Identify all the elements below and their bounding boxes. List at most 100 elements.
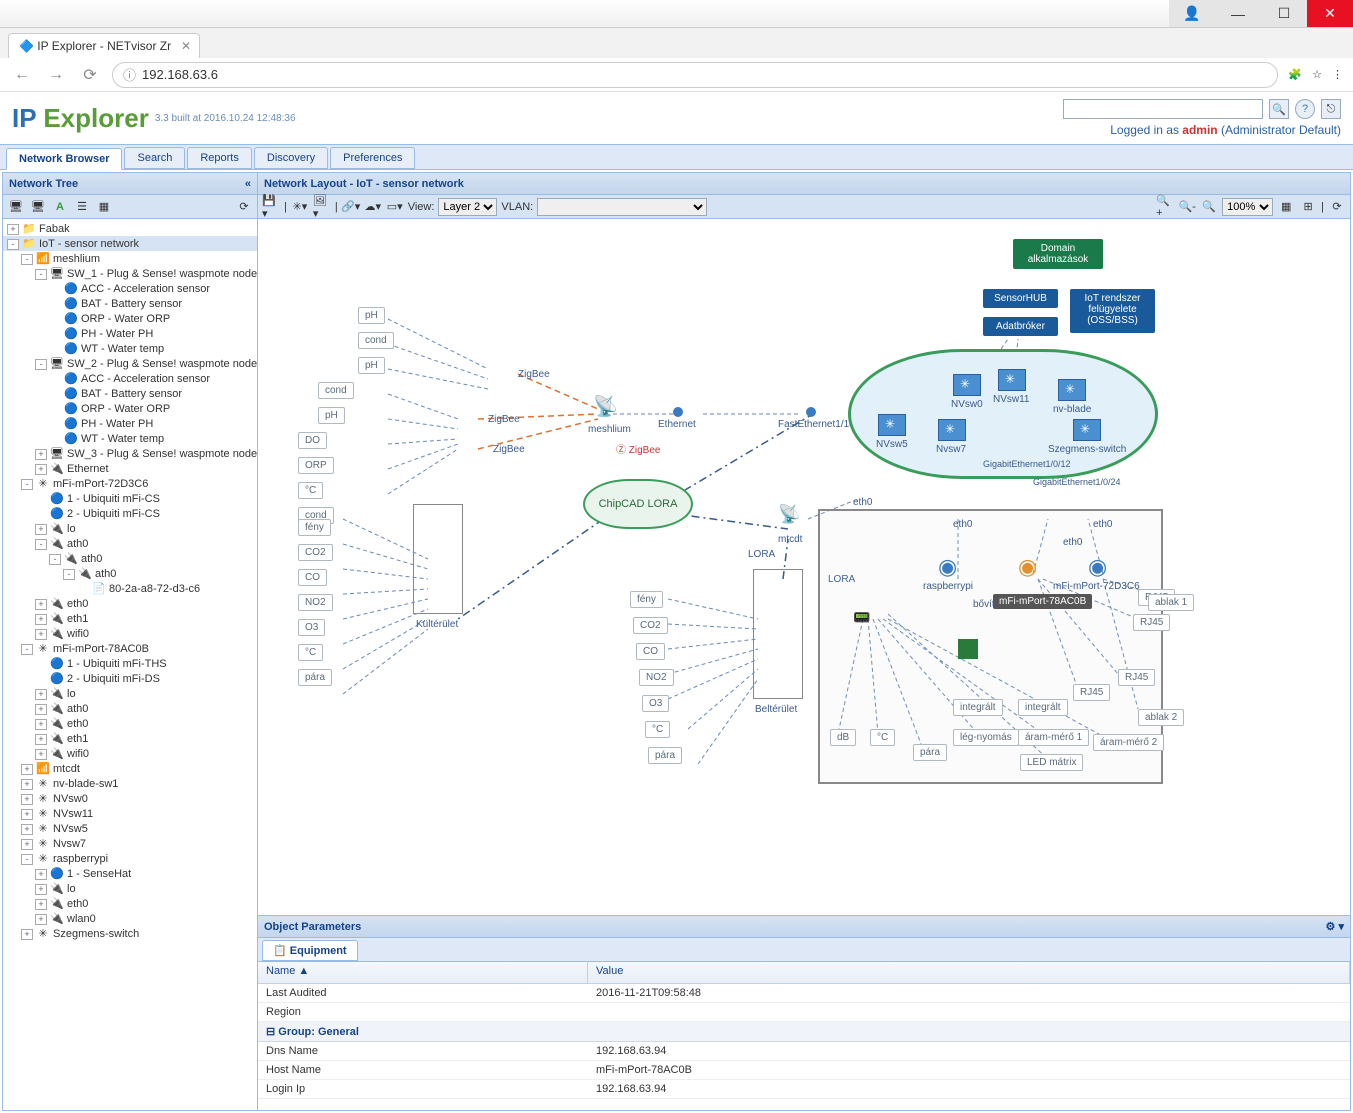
- tree-node[interactable]: -✳mFi-mPort-78AC0B: [3, 641, 257, 656]
- tree-node[interactable]: -✳raspberrypi: [3, 851, 257, 866]
- tree-node[interactable]: +🔌lo: [3, 881, 257, 896]
- sensor-box[interactable]: O3: [642, 695, 669, 712]
- tree-tool-grid[interactable]: ▦: [95, 198, 113, 216]
- tree-node[interactable]: +🔌eth0: [3, 596, 257, 611]
- sensor-box[interactable]: ORP: [298, 457, 334, 474]
- tree-node[interactable]: +🔌eth1: [3, 731, 257, 746]
- adatbroker-block[interactable]: Adatbróker: [983, 317, 1058, 336]
- tree-node[interactable]: +✳NVsw0: [3, 791, 257, 806]
- tab-discovery[interactable]: Discovery: [254, 147, 328, 169]
- tree-node[interactable]: 🔵ORP - Water ORP: [3, 401, 257, 416]
- sensor-box[interactable]: O3: [298, 619, 325, 636]
- tool-icon-4[interactable]: ☁▾: [364, 198, 382, 216]
- tree-refresh-icon[interactable]: ⟳: [235, 198, 253, 216]
- search-input[interactable]: [1063, 99, 1263, 119]
- tab-network-browser[interactable]: Network Browser: [6, 148, 122, 170]
- tree-node[interactable]: +🔌eth0: [3, 896, 257, 911]
- tree-node[interactable]: 🔵2 - Ubiquiti mFi-CS: [3, 506, 257, 521]
- tree-node[interactable]: +✳NVsw5: [3, 821, 257, 836]
- extension-icon[interactable]: 🧩: [1288, 68, 1302, 81]
- sensor-device[interactable]: 📟: [853, 609, 870, 626]
- layout-tool-2[interactable]: ⊞: [1299, 198, 1317, 216]
- sensor-box[interactable]: NO2: [639, 669, 674, 686]
- params-collapse-icon[interactable]: ▾: [1338, 921, 1344, 933]
- tree-node[interactable]: +🔌lo: [3, 521, 257, 536]
- domain-block[interactable]: Domain alkalmazások: [1013, 239, 1103, 269]
- tab-equipment[interactable]: 📋 Equipment: [262, 940, 358, 961]
- sensor-box[interactable]: °C: [298, 644, 323, 661]
- tree-node[interactable]: +🔵1 - SenseHat: [3, 866, 257, 881]
- url-field[interactable]: ⓘ 192.168.63.6: [112, 62, 1278, 88]
- tree-node[interactable]: +✳Nvsw7: [3, 836, 257, 851]
- sensor-box[interactable]: pára: [913, 744, 947, 761]
- tree-node[interactable]: 🔵BAT - Battery sensor: [3, 386, 257, 401]
- tree-node[interactable]: +📁Fabak: [3, 221, 257, 236]
- sensor-box[interactable]: pH: [358, 357, 385, 374]
- mtcdt-icon[interactable]: 📡: [778, 504, 800, 525]
- sensorhub-block[interactable]: SensorHUB: [983, 289, 1058, 308]
- group-header[interactable]: ⊟ Group: General: [258, 1022, 1350, 1042]
- col-value[interactable]: Value: [588, 962, 1350, 983]
- sensor-box[interactable]: fény: [630, 591, 663, 608]
- tree-node[interactable]: +✳nv-blade-sw1: [3, 776, 257, 791]
- sensor-box[interactable]: RJ45: [1118, 669, 1155, 686]
- sensor-box[interactable]: cond: [358, 332, 394, 349]
- switch-nvsw7[interactable]: [938, 419, 966, 441]
- network-canvas[interactable]: pHcondpHcondpHDOORP°CcondfényCO2CONO2O3°…: [258, 219, 1350, 915]
- sensor-box[interactable]: integrált: [1018, 699, 1068, 716]
- forward-button[interactable]: →: [44, 63, 68, 87]
- sensor-box[interactable]: °C: [870, 729, 895, 746]
- tree-node[interactable]: -🔌ath0: [3, 536, 257, 551]
- star-icon[interactable]: ☆: [1312, 68, 1322, 81]
- vlan-select[interactable]: [537, 198, 707, 216]
- tree-node[interactable]: +🔌eth0: [3, 716, 257, 731]
- tree-node[interactable]: +🔌ath0: [3, 701, 257, 716]
- switch-szegmens[interactable]: [1073, 419, 1101, 441]
- tree-tool-font[interactable]: A: [51, 198, 69, 216]
- user-button[interactable]: 👤: [1169, 0, 1215, 27]
- tree-node[interactable]: 📄80-2a-a8-72-d3-c6: [3, 581, 257, 596]
- table-row[interactable]: Dns Name192.168.63.94: [258, 1042, 1350, 1061]
- belterulet-box[interactable]: [753, 569, 803, 699]
- zoom-fit-icon[interactable]: 🔍: [1200, 198, 1218, 216]
- back-button[interactable]: ←: [10, 63, 34, 87]
- chipcad-cloud[interactable]: ChipCAD LORA: [583, 479, 693, 529]
- sensor-box[interactable]: pH: [318, 407, 345, 424]
- collapse-icon[interactable]: «: [245, 178, 251, 190]
- sensor-box[interactable]: cond: [318, 382, 354, 399]
- tree-node[interactable]: -🖥SW_1 - Plug & Sense! waspmote node: [3, 266, 257, 281]
- tree-tool-list[interactable]: ☰: [73, 198, 91, 216]
- canvas-refresh-icon[interactable]: ⟳: [1328, 198, 1346, 216]
- sensor-box[interactable]: °C: [298, 482, 323, 499]
- zoom-in-icon[interactable]: 🔍+: [1156, 198, 1174, 216]
- sensor-box[interactable]: pára: [298, 669, 332, 686]
- tool-icon-2[interactable]: 🖼▾: [313, 198, 331, 216]
- reload-button[interactable]: ⟳: [78, 63, 102, 87]
- switch-nvsw0[interactable]: [953, 374, 981, 396]
- tree-node[interactable]: 🔵PH - Water PH: [3, 416, 257, 431]
- table-row[interactable]: Login Ip192.168.63.94: [258, 1080, 1350, 1099]
- browser-tab[interactable]: 🔷 IP Explorer - NETvisor Zr ✕: [8, 33, 200, 58]
- sensor-box[interactable]: lég-nyomás: [953, 729, 1019, 746]
- tab-reports[interactable]: Reports: [187, 147, 252, 169]
- kulterulet-box[interactable]: [413, 504, 463, 614]
- sensor-box[interactable]: CO2: [633, 617, 668, 634]
- tree-node[interactable]: 🔵ACC - Acceleration sensor: [3, 281, 257, 296]
- sensor-box[interactable]: áram-mérő 1: [1018, 729, 1089, 746]
- tree-node[interactable]: 🔵2 - Ubiquiti mFi-DS: [3, 671, 257, 686]
- tab-close-icon[interactable]: ✕: [181, 39, 191, 53]
- iot-oss-block[interactable]: IoT rendszer felügyelete (OSS/BSS): [1070, 289, 1155, 333]
- tool-icon-1[interactable]: ✳▾: [291, 198, 309, 216]
- tree-node[interactable]: 🔵ORP - Water ORP: [3, 311, 257, 326]
- sensor-box[interactable]: LED mátrix: [1020, 754, 1083, 771]
- col-name[interactable]: Name ▲: [258, 962, 588, 983]
- tree-view[interactable]: +📁Fabak-📁IoT - sensor network-📶meshlium-…: [3, 219, 257, 1110]
- tree-node[interactable]: 🔵WT - Water temp: [3, 341, 257, 356]
- tree-tool-1[interactable]: 🖥: [7, 198, 25, 216]
- sensor-box[interactable]: áram-mérő 2: [1093, 734, 1164, 751]
- tree-node[interactable]: 🔵WT - Water temp: [3, 431, 257, 446]
- grid-body[interactable]: Last Audited2016-11-21T09:58:48Region⊟ G…: [258, 984, 1350, 1110]
- sensor-box[interactable]: ablak 2: [1138, 709, 1184, 726]
- tree-node[interactable]: -🔌ath0: [3, 551, 257, 566]
- tree-node[interactable]: 🔵PH - Water PH: [3, 326, 257, 341]
